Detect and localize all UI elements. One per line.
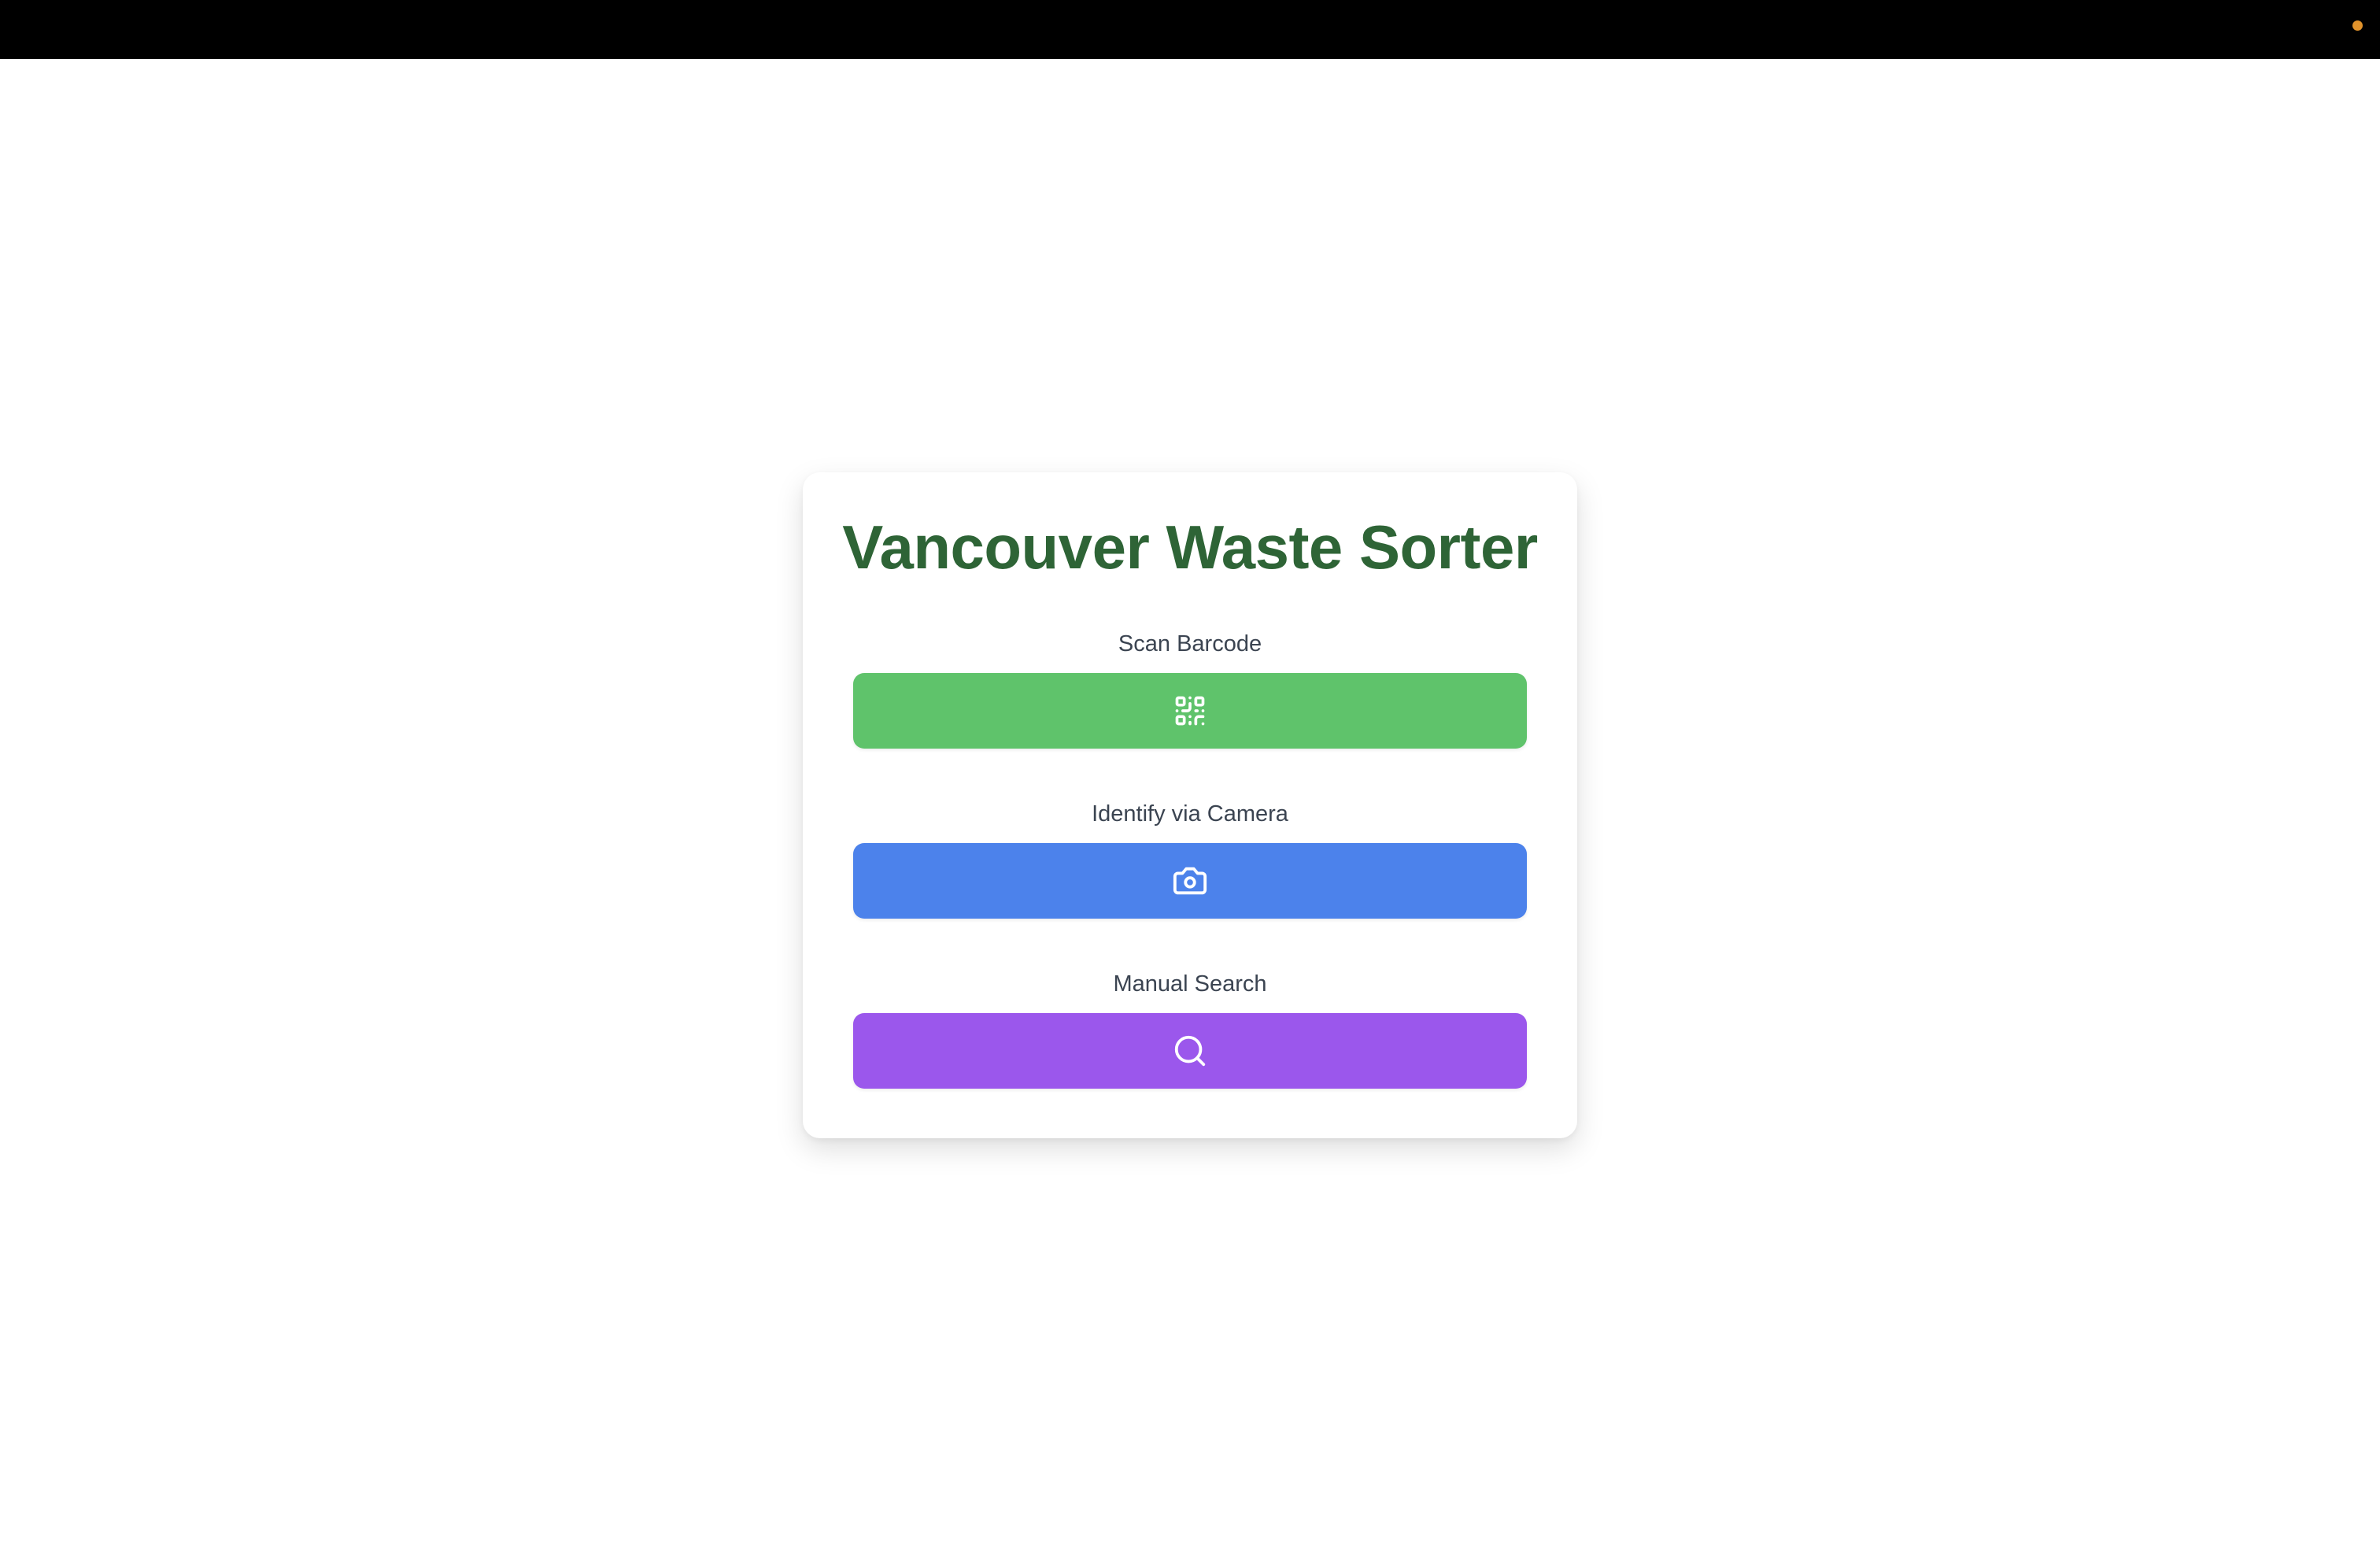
manual-search-button[interactable] xyxy=(853,1013,1527,1089)
main-card: Vancouver Waste Sorter Scan Barcode Iden… xyxy=(803,472,1577,1138)
qr-code-icon xyxy=(1173,693,1207,728)
status-indicator-dot xyxy=(2352,20,2363,31)
search-icon xyxy=(1172,1033,1208,1069)
identify-camera-button[interactable] xyxy=(853,843,1527,919)
camera-icon xyxy=(1172,863,1208,899)
identify-camera-label: Identify via Camera xyxy=(1092,801,1288,827)
menu-bar xyxy=(0,0,2380,59)
manual-search-label: Manual Search xyxy=(1113,971,1267,997)
scan-barcode-button[interactable] xyxy=(853,673,1527,749)
scan-barcode-label: Scan Barcode xyxy=(1118,631,1262,656)
app-title: Vancouver Waste Sorter xyxy=(842,512,1538,582)
